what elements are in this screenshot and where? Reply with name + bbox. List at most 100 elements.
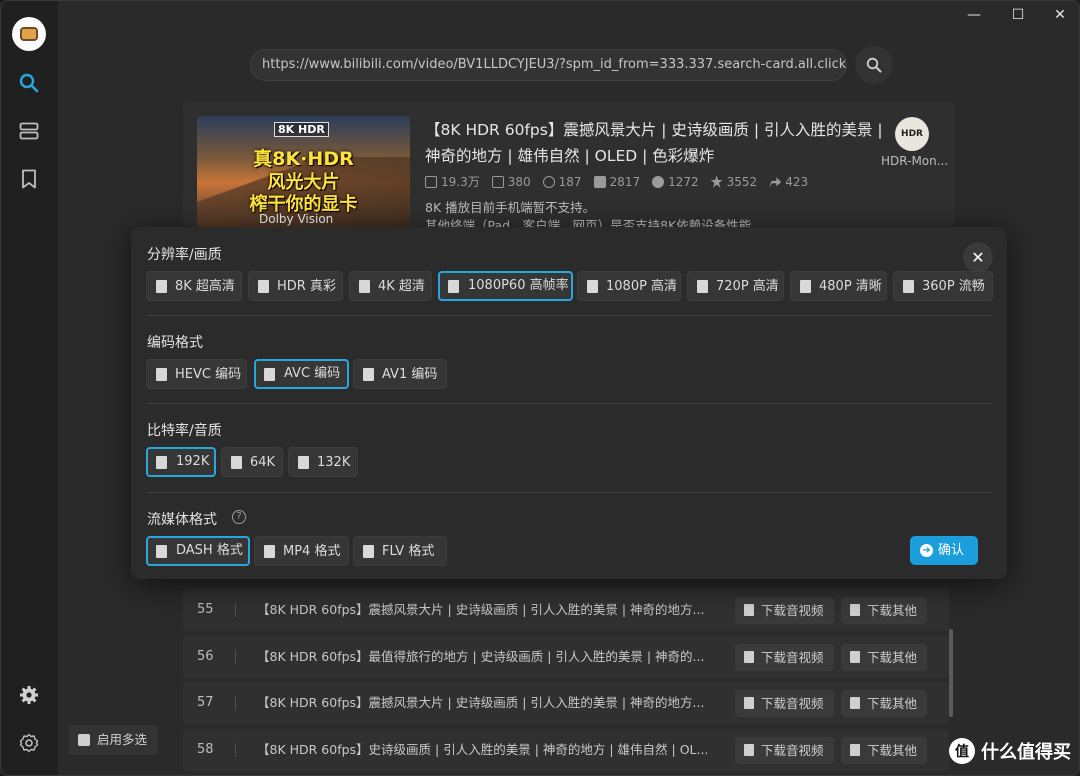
file-video-icon [359, 280, 370, 293]
search-button[interactable] [855, 46, 893, 84]
bitrate-option-label: 132K [317, 455, 351, 470]
stream-format-option[interactable]: FLV 格式 [353, 536, 447, 566]
resolution-option[interactable]: 1080P 高清 [577, 271, 681, 301]
resolution-option[interactable]: 720P 高清 [687, 271, 784, 301]
file-video-icon [156, 545, 167, 558]
codec-option-label: AVC 编码 [284, 366, 341, 381]
arrow-right-icon: ➜ [920, 544, 933, 557]
codec-option-label: AV1 编码 [382, 367, 438, 382]
star-icon [710, 175, 723, 188]
resolution-option-label: 480P 清晰 [819, 279, 882, 294]
table-row[interactable]: 55 【8K HDR 60fps】震撼风景大片 | 史诗级画质 | 引人入胜的美… [183, 589, 949, 631]
confirm-button[interactable]: ➜ 确认 [910, 536, 978, 565]
danmaku-icon [491, 175, 504, 188]
coin-icon [652, 175, 665, 188]
download-media-button[interactable]: 下载音视频 [735, 690, 834, 717]
codec-option[interactable]: AV1 编码 [353, 359, 447, 389]
danmaku-stat: 380 [491, 173, 531, 190]
download-media-label: 下载音视频 [761, 743, 824, 758]
codec-option[interactable]: AVC 编码 [254, 359, 349, 389]
resolution-option[interactable]: HDR 真彩 [248, 271, 343, 301]
stream-format-option[interactable]: DASH 格式 [146, 536, 250, 566]
favorites-count: 3552 [726, 174, 758, 189]
search-icon [866, 57, 882, 73]
row-divider [235, 650, 236, 664]
codec-option[interactable]: HEVC 编码 [146, 359, 247, 389]
close-window-button[interactable]: ✕ [1037, 1, 1079, 29]
list-scrollbar[interactable] [949, 629, 953, 717]
bitrate-option-label: 64K [250, 455, 276, 470]
help-icon[interactable]: ? [232, 510, 246, 524]
download-other-label: 下载其他 [867, 696, 918, 711]
download-other-button[interactable]: 下载其他 [841, 644, 928, 671]
bitrate-option[interactable]: 132K [288, 447, 358, 477]
checkbox-icon [78, 734, 90, 746]
play-icon [425, 175, 437, 188]
file-download-icon [744, 744, 754, 756]
minimize-button[interactable]: — [951, 1, 997, 29]
comment-icon [542, 175, 555, 188]
logo-icon [20, 27, 38, 41]
views-stat: 19.3万 [425, 173, 480, 190]
download-media-button[interactable]: 下载音视频 [735, 597, 834, 624]
codec-option-label: HEVC 编码 [175, 367, 242, 382]
resolution-option[interactable]: 360P 流畅 [893, 271, 993, 301]
section-divider [147, 315, 992, 316]
section-divider [147, 492, 992, 493]
multi-select-toggle[interactable]: 启用多选 [69, 725, 158, 755]
resolution-option[interactable]: 8K 超高清 [146, 271, 242, 301]
favorites-stat: 3552 [710, 173, 758, 190]
resolution-option[interactable]: 480P 清晰 [790, 271, 887, 301]
file-video-icon [363, 368, 374, 381]
toolbox-gear-icon[interactable] [17, 683, 41, 707]
file-video-icon [298, 456, 309, 469]
stream-format-title: 流媒体格式 [147, 512, 217, 528]
row-index: 55 [197, 602, 214, 617]
row-divider [235, 603, 236, 617]
search-nav-icon[interactable] [17, 71, 41, 95]
uploader-avatar[interactable]: HDR [895, 117, 929, 151]
app-logo [12, 17, 46, 51]
row-title: 【8K HDR 60fps】最值得旅行的地方 | 史诗级画质 | 引人入胜的美景… [257, 649, 705, 664]
close-dialog-button[interactable]: ✕ [963, 242, 993, 272]
resolution-option[interactable]: 4K 超清 [349, 271, 432, 301]
file-video-icon [258, 280, 269, 293]
bitrate-option[interactable]: 192K [146, 447, 216, 477]
download-list-icon[interactable] [17, 119, 41, 143]
download-options-dialog: ✕ 分辨率/画质 8K 超高清 HDR 真彩 4K 超清 1080P60 高帧率 108… [131, 227, 1007, 579]
comments-count: 187 [558, 174, 582, 189]
resolution-option-label: 360P 流畅 [922, 279, 985, 294]
download-other-button[interactable]: 下载其他 [841, 597, 928, 624]
url-input[interactable]: https://www.bilibili.com/video/BV1LLDCYJ… [250, 49, 847, 81]
video-thumbnail[interactable]: 8K HDR 真8K·HDR 风光大片 榨干你的显卡 Dolby Vision [197, 116, 410, 227]
download-media-label: 下载音视频 [761, 603, 824, 618]
stream-format-option-label: MP4 格式 [283, 544, 341, 559]
table-row[interactable]: 58 【8K HDR 60fps】史诗级画质 | 引人入胜的美景 | 神奇的地方… [183, 729, 949, 771]
row-divider [235, 743, 236, 757]
resolution-option[interactable]: 1080P60 高帧率 [438, 271, 573, 301]
download-other-button[interactable]: 下载其他 [841, 690, 928, 717]
table-row[interactable]: 57 【8K HDR 60fps】震撼风景大片 | 史诗级画质 | 引人入胜的美… [183, 682, 949, 724]
row-divider [235, 696, 236, 710]
file-video-icon [156, 456, 167, 469]
stream-format-option[interactable]: MP4 格式 [254, 536, 349, 566]
bitrate-option[interactable]: 64K [221, 447, 283, 477]
download-other-button[interactable]: 下载其他 [841, 737, 928, 764]
confirm-label: 确认 [938, 543, 965, 558]
codec-title: 编码格式 [147, 335, 203, 351]
download-media-button[interactable]: 下载音视频 [735, 644, 834, 671]
maximize-button[interactable]: ☐ [995, 1, 1041, 29]
uploader-name[interactable]: HDR-Mon... [881, 154, 948, 168]
resolution-option-label: 1080P60 高帧率 [468, 278, 569, 293]
file-video-icon [231, 456, 242, 469]
likes-stat: 2817 [593, 173, 640, 190]
row-index: 56 [197, 649, 214, 664]
settings-icon[interactable] [17, 731, 41, 755]
download-media-label: 下载音视频 [761, 696, 824, 711]
file-video-icon [156, 368, 167, 381]
bookmark-icon[interactable] [17, 167, 41, 191]
table-row[interactable]: 56 【8K HDR 60fps】最值得旅行的地方 | 史诗级画质 | 引人入胜… [183, 636, 949, 678]
coins-stat: 1272 [652, 173, 699, 190]
stream-format-option-label: DASH 格式 [176, 543, 243, 558]
download-media-button[interactable]: 下载音视频 [735, 737, 834, 764]
